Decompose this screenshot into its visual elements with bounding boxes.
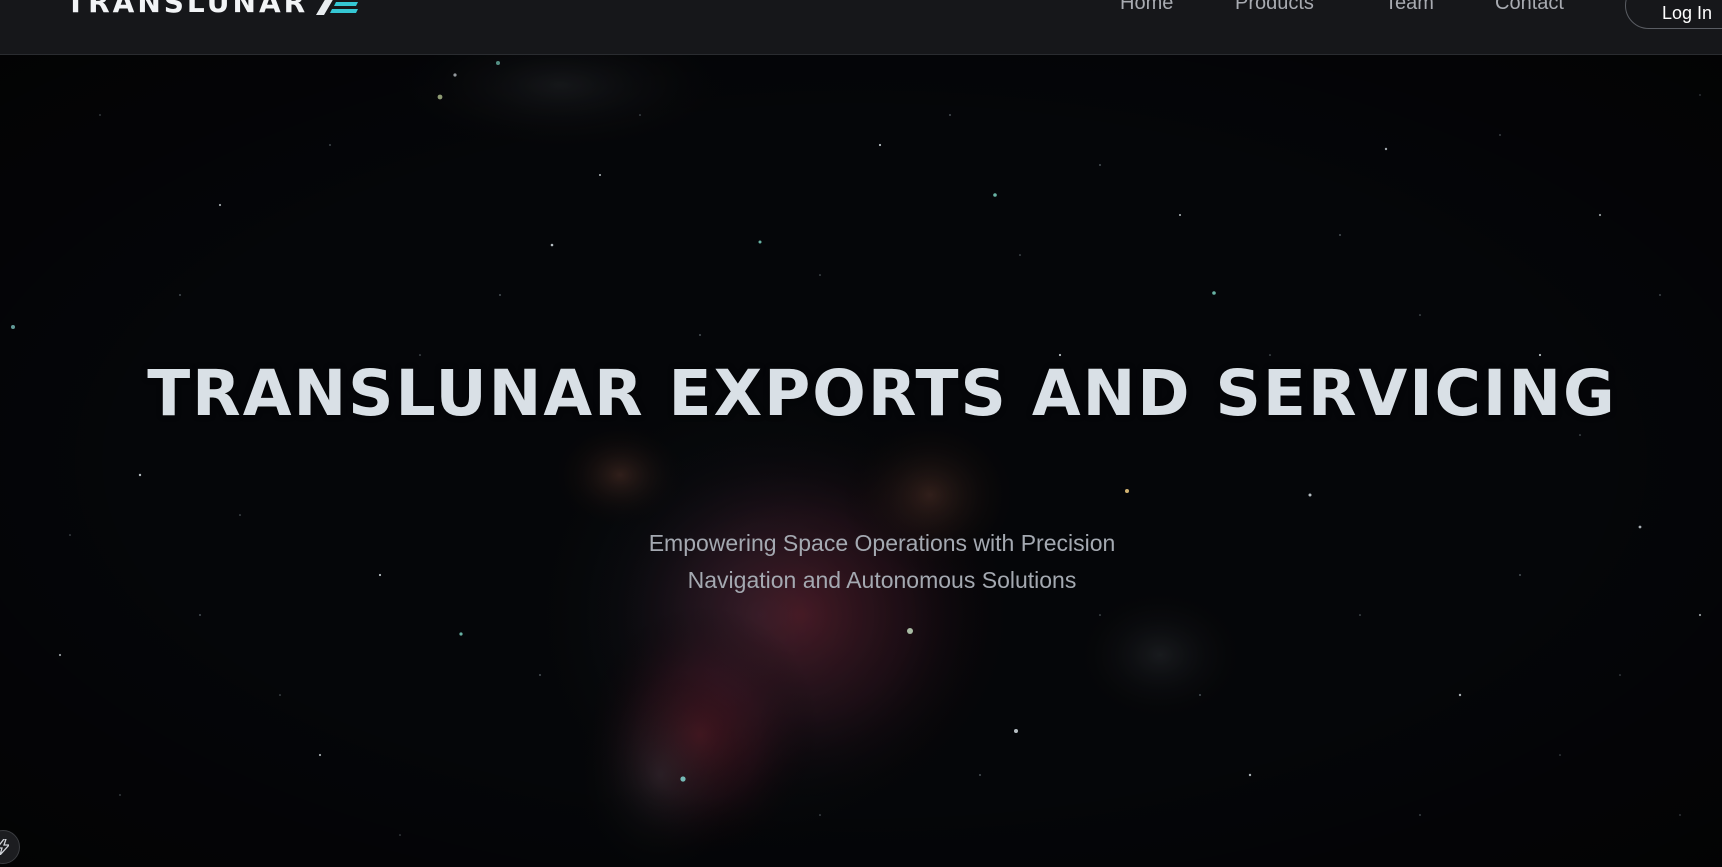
brand-name: TRANSLUNAR bbox=[66, 0, 309, 19]
top-navbar: TRANSLUNAR Home Products Team Contact Lo… bbox=[0, 0, 1722, 55]
page: TRANSLUNAR Home Products Team Contact Lo… bbox=[0, 0, 1722, 867]
nav-link-products[interactable]: Products bbox=[1235, 0, 1314, 15]
hero-subtitle-line-2: Navigation and Autonomous Solutions bbox=[687, 567, 1077, 593]
nav-link-contact[interactable]: Contact bbox=[1495, 0, 1564, 15]
nebula-starfield-background bbox=[0, 55, 1722, 867]
hero-subtitle-line-1: Empowering Space Operations with Precisi… bbox=[648, 530, 1116, 556]
chevron-stripes-logo-icon bbox=[316, 0, 359, 15]
nav-link-home[interactable]: Home bbox=[1120, 0, 1173, 15]
lightning-bolt-icon bbox=[0, 839, 9, 855]
login-button[interactable]: Log In bbox=[1625, 0, 1722, 29]
nav-link-team[interactable]: Team bbox=[1385, 0, 1434, 15]
hero-subtitle: Empowering Space Operations with Precisi… bbox=[0, 525, 1722, 599]
hero-title: TRANSLUNAR EXPORTS AND SERVICING bbox=[147, 357, 1617, 430]
brand-logo[interactable]: TRANSLUNAR bbox=[66, 0, 359, 19]
hero-section: TRANSLUNAR EXPORTS AND SERVICING Empower… bbox=[0, 55, 1722, 867]
